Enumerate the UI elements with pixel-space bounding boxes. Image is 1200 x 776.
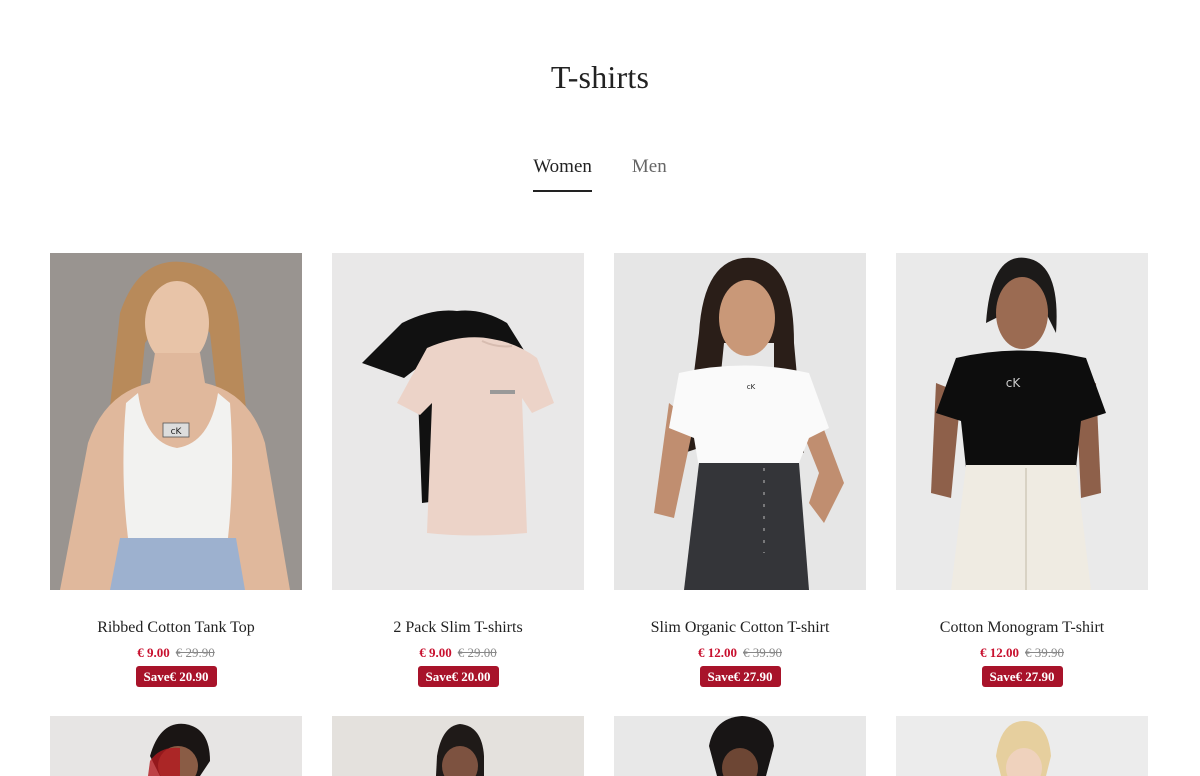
sale-price: € 12.00 bbox=[698, 645, 737, 660]
product-image[interactable] bbox=[614, 716, 866, 776]
svg-text:cK: cK bbox=[171, 427, 183, 437]
save-badge: Save€ 27.90 bbox=[981, 666, 1063, 687]
product-image[interactable]: cK bbox=[50, 253, 302, 590]
product-name[interactable]: 2 Pack Slim T-shirts bbox=[332, 618, 584, 638]
tab-men[interactable]: Men bbox=[632, 156, 667, 192]
gender-tabs: Women Men bbox=[0, 156, 1200, 192]
product-card[interactable]: cK Slim Organic Cotton T-shirt € 12.00 € … bbox=[614, 253, 866, 687]
product-card[interactable]: cK Cotton Monogram T-shirt € 12.00 € 39.9… bbox=[896, 253, 1148, 687]
save-badge: Save€ 27.90 bbox=[699, 666, 781, 687]
save-badge: Save€ 20.90 bbox=[135, 666, 217, 687]
sale-price: € 12.00 bbox=[980, 645, 1019, 660]
product-prices: € 12.00 € 39.90 bbox=[896, 644, 1148, 662]
product-prices: € 9.00 € 29.90 bbox=[50, 644, 302, 662]
product-grid: cK Ribbed Cotton Tank Top € 9.00 € 29.90 … bbox=[50, 253, 1150, 776]
save-badge: Save€ 20.00 bbox=[417, 666, 499, 687]
product-card[interactable] bbox=[896, 716, 1148, 776]
product-image[interactable] bbox=[332, 253, 584, 590]
product-image[interactable]: cK bbox=[896, 253, 1148, 590]
product-image[interactable] bbox=[332, 716, 584, 776]
original-price: € 39.90 bbox=[743, 645, 782, 660]
svg-text:cK: cK bbox=[747, 383, 756, 391]
product-card[interactable] bbox=[50, 716, 302, 776]
svg-text:cK: cK bbox=[1006, 376, 1022, 390]
sale-price: € 9.00 bbox=[137, 645, 170, 660]
tab-women[interactable]: Women bbox=[533, 156, 592, 192]
sale-price: € 9.00 bbox=[419, 645, 452, 660]
product-name[interactable]: Cotton Monogram T-shirt bbox=[896, 618, 1148, 638]
product-name[interactable]: Slim Organic Cotton T-shirt bbox=[614, 618, 866, 638]
product-name[interactable]: Ribbed Cotton Tank Top bbox=[50, 618, 302, 638]
product-card[interactable]: cK Ribbed Cotton Tank Top € 9.00 € 29.90 … bbox=[50, 253, 302, 687]
original-price: € 39.90 bbox=[1025, 645, 1064, 660]
product-card[interactable]: 2 Pack Slim T-shirts € 9.00 € 29.00 Save€… bbox=[332, 253, 584, 687]
product-image[interactable] bbox=[896, 716, 1148, 776]
product-prices: € 9.00 € 29.00 bbox=[332, 644, 584, 662]
original-price: € 29.00 bbox=[457, 645, 497, 660]
product-card[interactable] bbox=[332, 716, 584, 776]
page-title: T-shirts bbox=[550, 59, 650, 96]
original-price: € 29.90 bbox=[175, 645, 215, 660]
product-prices: € 12.00 € 39.90 bbox=[614, 644, 866, 662]
product-image[interactable]: cK bbox=[614, 253, 866, 590]
product-card[interactable] bbox=[614, 716, 866, 776]
product-image[interactable] bbox=[50, 716, 302, 776]
